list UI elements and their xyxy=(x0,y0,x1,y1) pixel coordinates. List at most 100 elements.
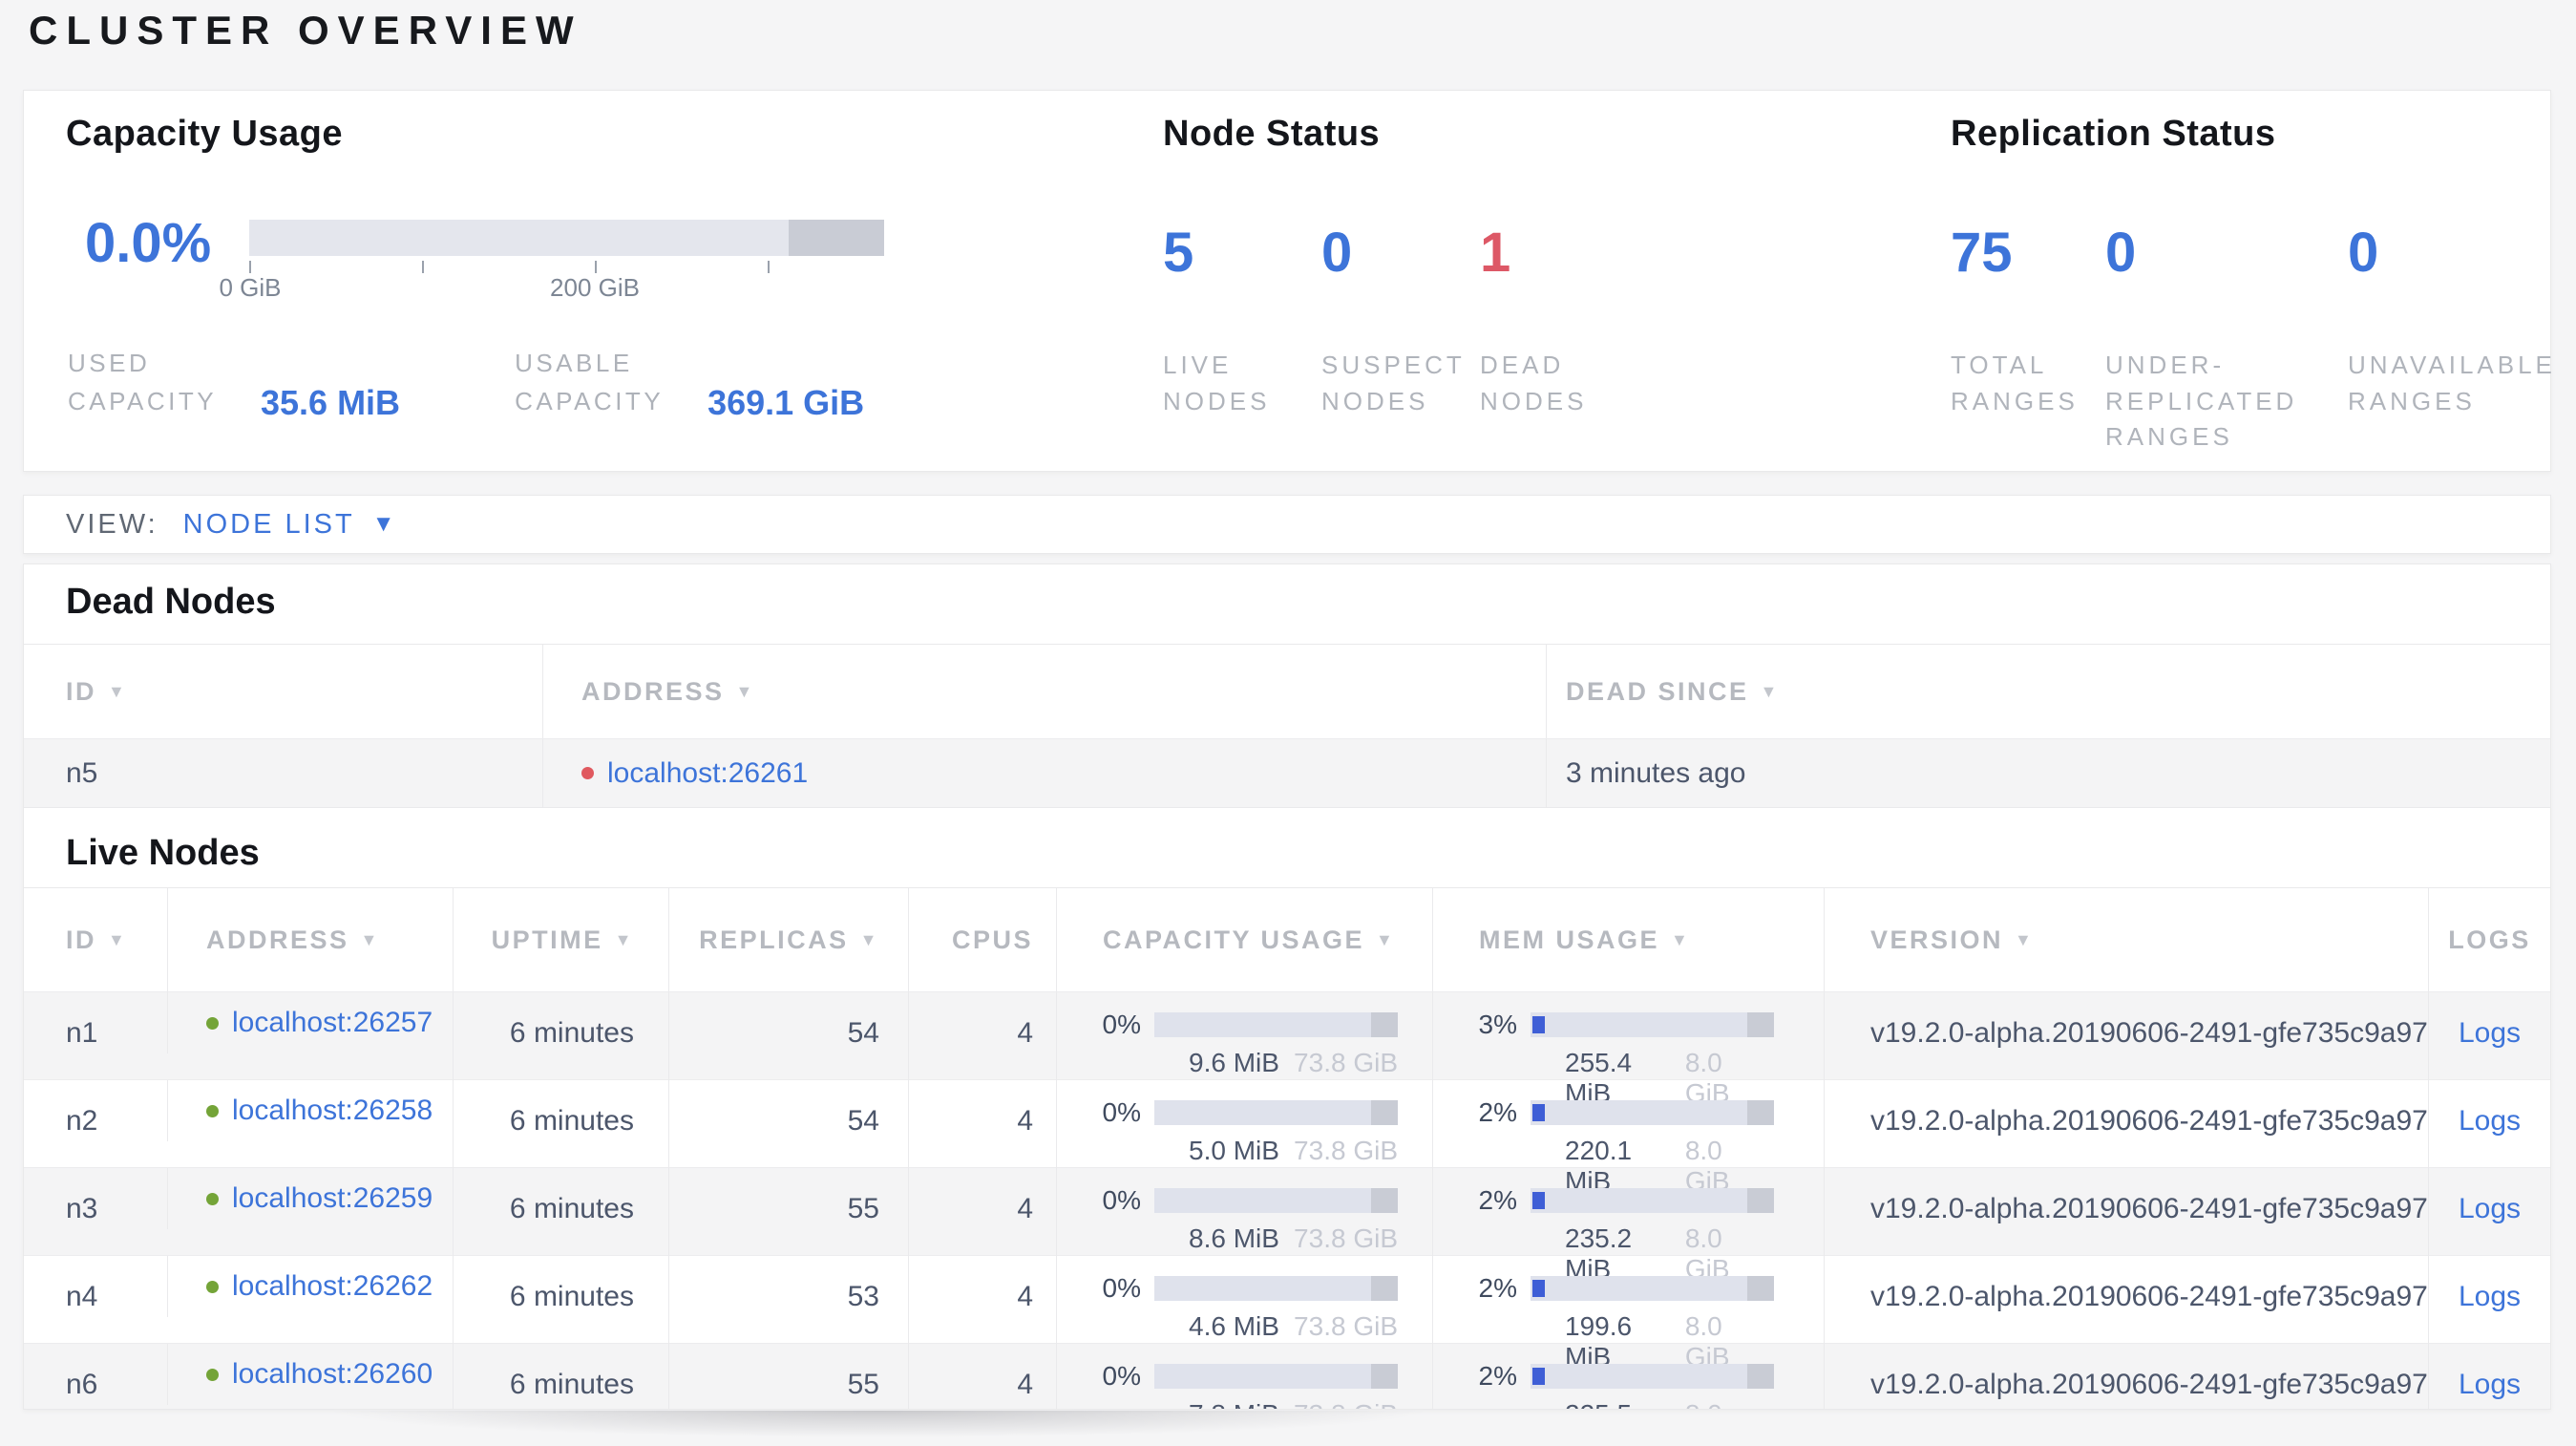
live-col-address[interactable]: ADDRESS ▼ xyxy=(167,888,453,991)
sort-desc-icon: ▼ xyxy=(1760,681,1780,701)
logs-link[interactable]: Logs xyxy=(2459,1193,2521,1225)
capacity-used: 5.0 MiB xyxy=(1189,1136,1279,1165)
total-ranges-stat: 75 TOTAL RANGES xyxy=(1951,225,2105,456)
dropdown-caret-icon[interactable]: ▼ xyxy=(372,511,395,538)
dead-node-address-link[interactable]: localhost:26261 xyxy=(607,757,808,790)
live-node-row: n4 localhost:26262 6 minutes 53 4 0% 4.6… xyxy=(24,1256,2550,1372)
page-title: CLUSTER OVERVIEW xyxy=(29,8,582,53)
node-address-link[interactable]: localhost:26257 xyxy=(232,1007,433,1039)
capacity-minibar xyxy=(1154,1188,1398,1213)
capacity-used: 9.6 MiB xyxy=(1189,1048,1279,1077)
capacity-bar-chart: 0 GiB 200 GiB xyxy=(219,216,884,304)
node-logs-cell: Logs xyxy=(2428,1344,2550,1409)
live-col-capacity-usage[interactable]: CAPACITY USAGE ▼ xyxy=(1056,888,1432,991)
node-address-cell: localhost:26262 xyxy=(167,1256,453,1317)
capacity-total: 73.8 GiB xyxy=(1294,1136,1398,1165)
live-col-uptime[interactable]: UPTIME ▼ xyxy=(453,888,668,991)
used-capacity-label: USED CAPACITY xyxy=(68,349,218,416)
live-status-icon xyxy=(206,1280,219,1293)
live-col-replicas[interactable]: REPLICAS ▼ xyxy=(668,888,908,991)
sort-desc-icon: ▼ xyxy=(108,929,128,949)
dead-nodes-count: 1 xyxy=(1480,222,1511,284)
node-address-cell: localhost:26258 xyxy=(167,1080,453,1141)
capacity-used: 7.8 MiB xyxy=(1189,1399,1279,1409)
capacity-total: 73.8 GiB xyxy=(1294,1048,1398,1077)
live-col-id[interactable]: ID ▼ xyxy=(24,888,167,991)
capacity-minibar xyxy=(1154,1100,1398,1125)
capacity-axis-label-0: 0 GiB xyxy=(219,273,282,302)
mem-minibar xyxy=(1531,1012,1774,1037)
dead-nodes-table: ID ▼ ADDRESS ▼ DEAD SINCE ▼ n5 localhost:26… xyxy=(24,644,2550,808)
mem-minibar xyxy=(1531,1100,1774,1125)
node-status-title: Node Status xyxy=(1163,114,1381,154)
view-selector-bar: VIEW: NODE LIST ▼ xyxy=(23,495,2551,554)
live-col-logs: LOGS xyxy=(2428,888,2550,991)
live-nodes-label: LIVE NODES xyxy=(1163,351,1271,415)
capacity-bar xyxy=(249,220,884,256)
live-col-version[interactable]: VERSION ▼ xyxy=(1824,888,2428,991)
capacity-axis-label-200: 200 GiB xyxy=(550,273,640,302)
dead-status-icon xyxy=(581,767,594,779)
live-status-icon xyxy=(206,1192,219,1205)
logs-link[interactable]: Logs xyxy=(2459,1105,2521,1138)
node-address-link[interactable]: localhost:26260 xyxy=(232,1358,433,1391)
capacity-minibar xyxy=(1154,1364,1398,1389)
sort-desc-icon: ▼ xyxy=(614,929,634,949)
suspect-nodes-stat: 0 SUSPECT NODES xyxy=(1321,225,1480,419)
dead-col-dead-since[interactable]: DEAD SINCE ▼ xyxy=(1546,645,2550,738)
sort-desc-icon: ▼ xyxy=(735,681,755,701)
live-nodes-heading: Live Nodes xyxy=(66,833,260,873)
live-status-icon xyxy=(206,1016,219,1030)
mem-minibar xyxy=(1531,1188,1774,1213)
used-capacity-stat: USED CAPACITY 35.6 MiB xyxy=(68,344,401,422)
node-uptime: 6 minutes xyxy=(453,1344,668,1409)
capacity-bar-other-segment xyxy=(789,220,884,256)
logs-link[interactable]: Logs xyxy=(2459,1281,2521,1313)
nodes-panel: Dead Nodes ID ▼ ADDRESS ▼ DEAD SINCE ▼ n5 l… xyxy=(23,564,2551,1410)
capacity-percent: 0% xyxy=(1102,1361,1141,1391)
node-address-link[interactable]: localhost:26258 xyxy=(232,1095,433,1127)
node-address-link[interactable]: localhost:26262 xyxy=(232,1270,433,1303)
capacity-minibar xyxy=(1154,1012,1398,1037)
node-capacity-usage: 0% 7.8 MiB 73.8 GiB xyxy=(1056,1344,1432,1409)
node-address-cell: localhost:26257 xyxy=(167,992,453,1053)
node-version: v19.2.0-alpha.20190606-2491-gfe735c9a97 xyxy=(1824,1344,2428,1409)
mem-minibar xyxy=(1531,1276,1774,1301)
unavailable-ranges-label: UNAVAILABLE RANGES xyxy=(2348,351,2556,415)
capacity-axis-ticks xyxy=(249,256,884,273)
node-address-link[interactable]: localhost:26259 xyxy=(232,1182,433,1215)
logs-link[interactable]: Logs xyxy=(2459,1017,2521,1050)
live-nodes-table: ID ▼ ADDRESS ▼ UPTIME ▼ REPLICAS ▼ CPUS CAPA… xyxy=(24,887,2550,1409)
capacity-used-percent: 0.0% xyxy=(85,212,212,274)
suspect-nodes-label: SUSPECT NODES xyxy=(1321,351,1466,415)
capacity-percent: 0% xyxy=(1102,1185,1141,1215)
live-status-icon xyxy=(206,1368,219,1381)
capacity-percent: 0% xyxy=(1102,1273,1141,1303)
capacity-usage-section: Capacity Usage 0.0% 0 GiB 200 GiB USED C… xyxy=(66,114,884,422)
dead-col-id[interactable]: ID ▼ xyxy=(24,645,542,738)
sort-desc-icon: ▼ xyxy=(1671,929,1691,949)
usable-capacity-value: 369.1 GiB xyxy=(707,382,865,422)
capacity-minibar xyxy=(1154,1276,1398,1301)
mem-percent: 3% xyxy=(1478,1010,1517,1039)
capacity-used: 8.6 MiB xyxy=(1189,1223,1279,1253)
usable-capacity-label: USABLE CAPACITY xyxy=(515,349,665,416)
dead-col-address[interactable]: ADDRESS ▼ xyxy=(542,645,1546,738)
dead-node-dead-since: 3 minutes ago xyxy=(1546,739,2550,807)
mem-minibar xyxy=(1531,1364,1774,1389)
suspect-nodes-count: 0 xyxy=(1321,222,1353,284)
live-col-cpus: CPUS xyxy=(908,888,1056,991)
usable-capacity-stat: USABLE CAPACITY 369.1 GiB xyxy=(515,344,865,422)
used-capacity-value: 35.6 MiB xyxy=(261,382,401,422)
view-dropdown[interactable]: NODE LIST xyxy=(183,509,355,541)
under-replicated-ranges-count: 0 xyxy=(2105,222,2137,284)
live-col-mem-usage[interactable]: MEM USAGE ▼ xyxy=(1432,888,1824,991)
dead-nodes-heading: Dead Nodes xyxy=(66,582,276,622)
sort-desc-icon: ▼ xyxy=(859,929,879,949)
node-mem-usage: 2% 225.5 MiB 8.0 GiB xyxy=(1432,1344,1824,1409)
mem-percent: 2% xyxy=(1478,1361,1517,1391)
dead-nodes-label: DEAD NODES xyxy=(1480,351,1588,415)
logs-link[interactable]: Logs xyxy=(2459,1369,2521,1401)
node-cpus: 4 xyxy=(908,1344,1056,1409)
live-node-row: n1 localhost:26257 6 minutes 54 4 0% 9.6… xyxy=(24,992,2550,1109)
